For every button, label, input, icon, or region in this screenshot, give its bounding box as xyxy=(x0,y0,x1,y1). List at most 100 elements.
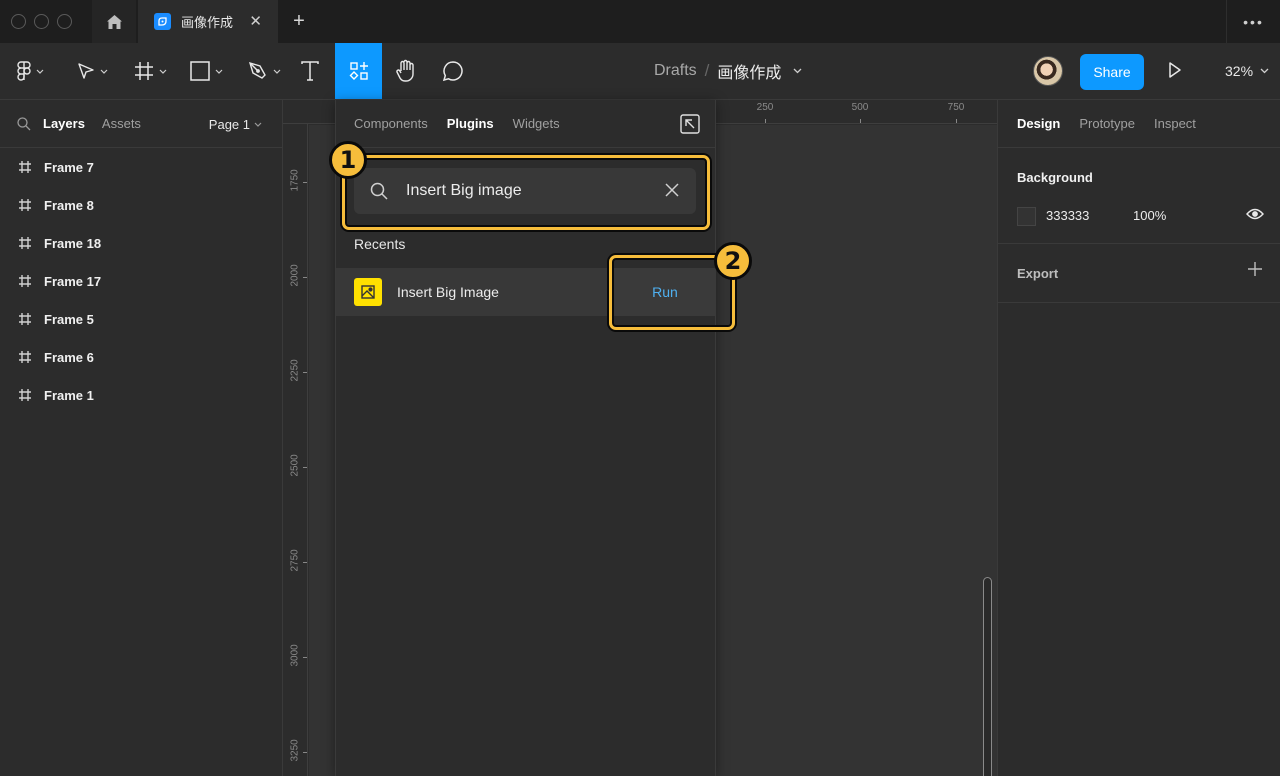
frame-tool-button[interactable] xyxy=(128,43,172,99)
page-selector[interactable]: Page 1 xyxy=(209,100,262,148)
chevron-down-icon xyxy=(254,122,262,127)
zoom-dropdown[interactable]: 32% xyxy=(1225,43,1269,99)
plugin-name: Insert Big Image xyxy=(397,284,499,300)
resources-tool-button[interactable] xyxy=(335,43,382,99)
frame-hash-icon xyxy=(19,351,31,363)
background-hex-value[interactable]: 333333 xyxy=(1046,208,1089,223)
export-section: Export xyxy=(998,244,1280,303)
background-section: Background 333333 100% xyxy=(998,148,1280,244)
file-tab-title: 画像作成 xyxy=(181,15,234,30)
ruler-tick xyxy=(303,752,307,753)
eye-icon[interactable] xyxy=(1246,208,1264,220)
frame-hash-icon xyxy=(19,161,31,173)
maximize-window-button[interactable] xyxy=(57,14,72,29)
close-tab-icon[interactable]: ✕ xyxy=(249,12,262,30)
annotation-highlight-1 xyxy=(342,155,710,230)
ruler-tick xyxy=(303,182,307,183)
present-button[interactable] xyxy=(1168,61,1182,84)
layer-name: Frame 6 xyxy=(44,349,94,365)
properties-tabs: Design Prototype Inspect xyxy=(998,100,1280,148)
layer-name: Frame 7 xyxy=(44,159,94,175)
share-button[interactable]: Share xyxy=(1080,54,1144,90)
ruler-tick xyxy=(303,657,307,658)
file-tab[interactable]: 画像作成 ✕ xyxy=(138,0,278,43)
popout-icon[interactable] xyxy=(680,114,700,134)
home-tab[interactable] xyxy=(92,0,136,43)
tab-plugins[interactable]: Plugins xyxy=(447,116,494,131)
frame-hash-icon xyxy=(19,237,31,249)
search-icon[interactable] xyxy=(17,116,31,131)
tab-design[interactable]: Design xyxy=(1017,116,1060,131)
layer-item[interactable]: Frame 5 xyxy=(0,300,282,338)
breadcrumb-drafts[interactable]: Drafts xyxy=(654,62,697,80)
ruler-tick xyxy=(303,277,307,278)
window-controls xyxy=(0,0,90,43)
tab-components[interactable]: Components xyxy=(354,116,428,131)
ruler-tick xyxy=(303,562,307,563)
chevron-down-icon[interactable] xyxy=(793,68,802,74)
breadcrumb: Drafts / 画像作成 xyxy=(654,43,802,99)
ruler-label: 3250 xyxy=(289,739,301,762)
layer-item[interactable]: Frame 7 xyxy=(0,148,282,186)
recents-heading: Recents xyxy=(354,236,406,252)
chevron-down-icon xyxy=(273,69,280,74)
frame-hash-icon xyxy=(134,62,153,80)
ruler-tick xyxy=(303,372,307,373)
tab-assets[interactable]: Assets xyxy=(102,116,141,131)
layer-item[interactable]: Frame 6 xyxy=(0,338,282,376)
tab-prototype[interactable]: Prototype xyxy=(1079,116,1135,131)
layers-panel-header: Layers Assets Page 1 xyxy=(0,100,282,148)
frame-hash-icon xyxy=(19,389,31,401)
layers-panel: Layers Assets Page 1 Frame 7 Frame 8 Fra… xyxy=(0,100,283,776)
toolbar: Drafts / 画像作成 Share 32% xyxy=(0,43,1280,100)
more-options-icon[interactable]: ••• xyxy=(1226,0,1280,43)
breadcrumb-file-name[interactable]: 画像作成 xyxy=(717,59,781,83)
background-opacity-value[interactable]: 100% xyxy=(1133,208,1166,223)
user-avatar[interactable] xyxy=(1033,56,1063,86)
ruler-tick xyxy=(956,119,957,123)
breadcrumb-separator: / xyxy=(704,61,710,80)
background-color-swatch[interactable] xyxy=(1017,207,1036,226)
properties-panel: Design Prototype Inspect Background 3333… xyxy=(997,100,1280,776)
rectangle-icon xyxy=(189,61,210,81)
shape-tool-button[interactable] xyxy=(184,43,228,99)
new-tab-button[interactable]: + xyxy=(286,0,312,43)
chevron-down-icon xyxy=(100,69,107,74)
pen-tool-button[interactable] xyxy=(242,43,286,99)
tab-widgets[interactable]: Widgets xyxy=(513,116,560,131)
tab-layers[interactable]: Layers xyxy=(43,116,85,131)
layer-item[interactable]: Frame 17 xyxy=(0,262,282,300)
tab-inspect[interactable]: Inspect xyxy=(1154,116,1196,131)
resources-tabs: Components Plugins Widgets xyxy=(336,100,715,148)
ruler-tick xyxy=(303,467,307,468)
zoom-level-value: 32% xyxy=(1225,63,1254,79)
vertical-ruler: 1750 2000 2250 2500 2750 3000 3250 xyxy=(283,124,308,776)
hand-tool-button[interactable] xyxy=(390,43,422,99)
layer-item[interactable]: Frame 8 xyxy=(0,186,282,224)
layer-item[interactable]: Frame 18 xyxy=(0,224,282,262)
ruler-label: 2250 xyxy=(289,359,301,382)
plus-icon[interactable] xyxy=(1247,261,1263,277)
export-title: Export xyxy=(1017,266,1059,281)
canvas-vertical-scrollbar[interactable] xyxy=(983,577,992,776)
chevron-down-icon xyxy=(159,69,166,74)
ruler-label: 250 xyxy=(756,102,774,113)
layer-item[interactable]: Frame 1 xyxy=(0,376,282,414)
page-selector-label: Page 1 xyxy=(208,116,250,132)
close-window-button[interactable] xyxy=(11,14,26,29)
comment-bubble-icon xyxy=(442,61,463,82)
move-tool-button[interactable] xyxy=(70,43,114,99)
cursor-arrow-icon xyxy=(77,63,94,79)
annotation-badge-1: 1 xyxy=(329,141,367,179)
text-tool-button[interactable] xyxy=(292,43,328,99)
main-menu-button[interactable] xyxy=(10,43,50,99)
home-icon xyxy=(106,14,122,29)
minimize-window-button[interactable] xyxy=(34,14,49,29)
annotation-badge-2: 2 xyxy=(714,242,752,280)
comment-tool-button[interactable] xyxy=(438,43,468,99)
ruler-label: 3000 xyxy=(289,644,301,667)
title-bar: 画像作成 ✕ + ••• xyxy=(0,0,1280,43)
ruler-label: 2750 xyxy=(289,549,301,572)
ruler-label: 2500 xyxy=(289,454,301,477)
frame-hash-icon xyxy=(19,275,31,287)
